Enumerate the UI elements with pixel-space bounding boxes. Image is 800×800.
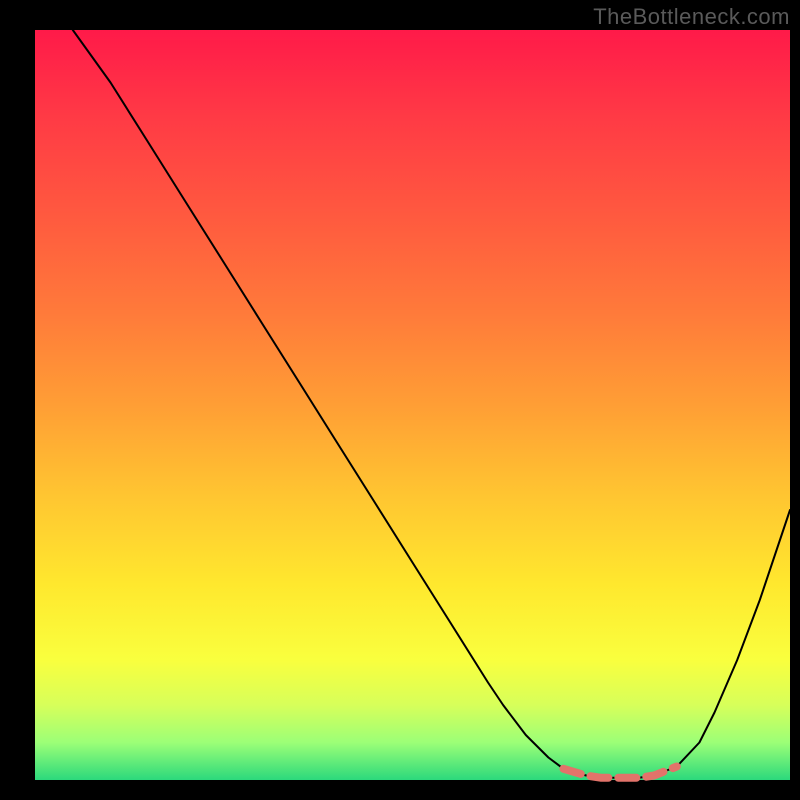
bottleneck-chart [0,0,800,800]
watermark-text: TheBottleneck.com [593,4,790,30]
chart-frame: TheBottleneck.com [0,0,800,800]
